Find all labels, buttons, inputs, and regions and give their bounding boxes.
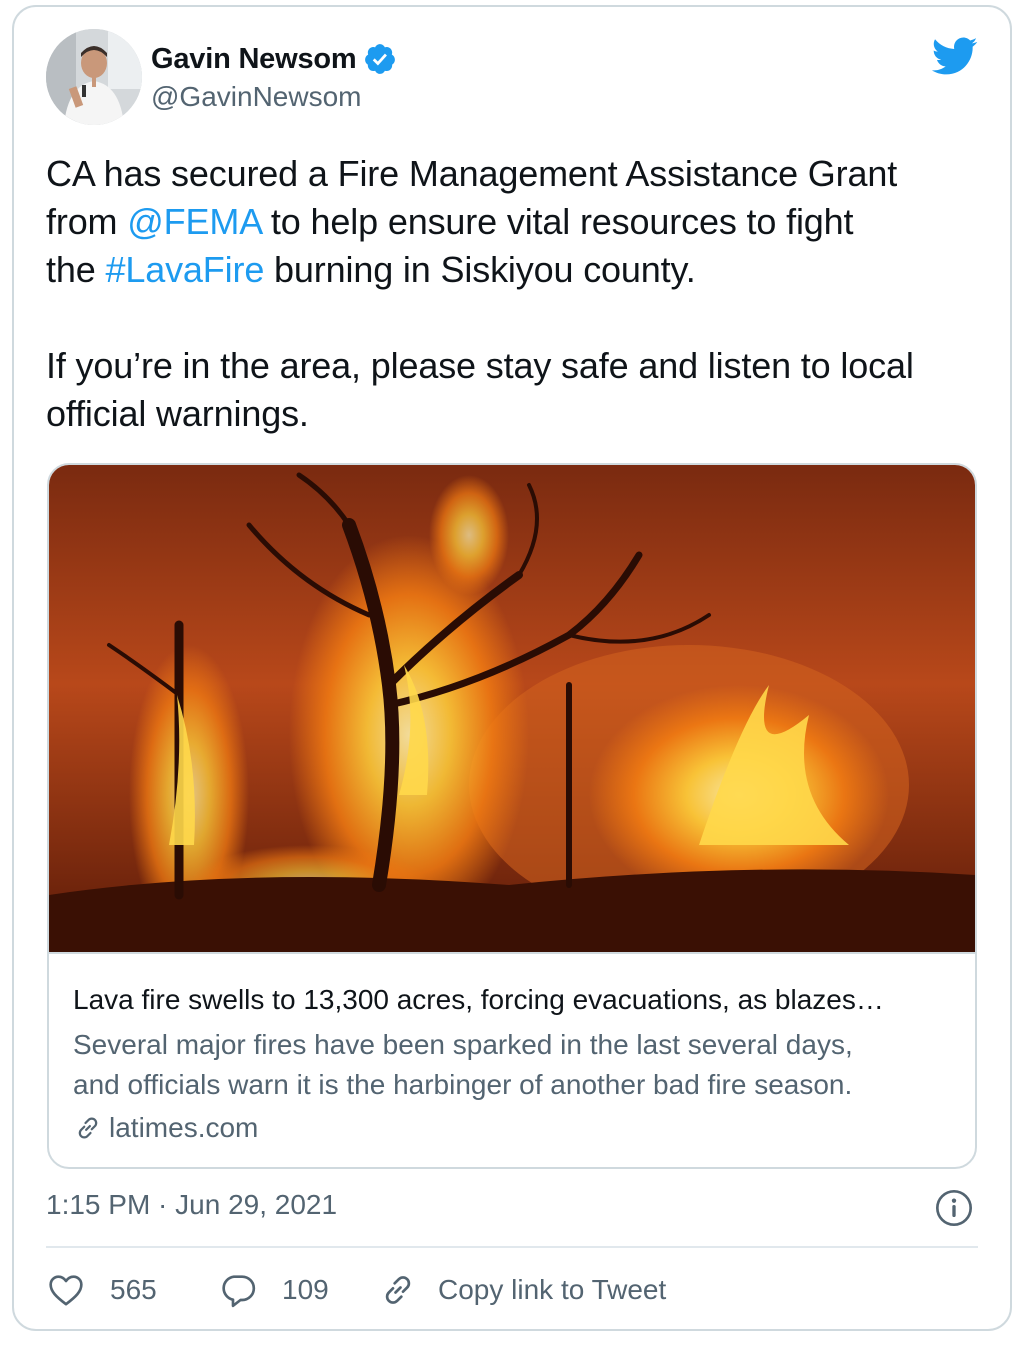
verified-badge-icon: [363, 42, 397, 76]
user-handle[interactable]: @GavinNewsom: [151, 81, 361, 113]
copy-link-button[interactable]: Copy link to Tweet: [378, 1270, 666, 1310]
tweet-text-segment: official warnings.: [46, 393, 309, 434]
card-title[interactable]: Lava fire swells to 13,300 acres, forcin…: [73, 983, 953, 1017]
reply-button[interactable]: 109: [218, 1270, 372, 1310]
like-count: 565: [110, 1274, 157, 1305]
tweet-body: CA has secured a Fire Management Assista…: [46, 150, 996, 438]
tweet-text-segment: If you’re in the area, please stay safe …: [46, 345, 914, 386]
tweet-text-segment: burning in Siskiyou county.: [264, 249, 696, 290]
link-icon: [385, 1276, 411, 1304]
tweet-actions: 565 109 Copy link to Tweet: [46, 1266, 666, 1314]
tweet-text-segment: to help ensure vital resources to fight: [261, 201, 854, 242]
reply-bubble-icon: [222, 1275, 256, 1308]
wildfire-photo-icon: [49, 465, 975, 952]
author-name-row[interactable]: Gavin Newsom: [151, 41, 397, 77]
hashtag-link[interactable]: #LavaFire: [105, 249, 264, 290]
like-button[interactable]: 565: [46, 1270, 214, 1310]
card-divider: [49, 952, 975, 954]
wildfire-photo[interactable]: [49, 465, 975, 952]
reply-count: 109: [282, 1274, 329, 1305]
mention-link[interactable]: @FEMA: [127, 201, 261, 242]
tweet-text-segment: from: [46, 201, 128, 242]
tweet-line: CA has secured a Fire Management Assista…: [46, 150, 996, 198]
twitter-bird-icon[interactable]: [930, 36, 978, 76]
actions-divider: [46, 1246, 978, 1248]
card-description: Several major fires have been sparked in…: [73, 1025, 963, 1105]
avatar[interactable]: [46, 29, 142, 125]
tweet-line: the #LavaFire burning in Siskiyou county…: [46, 246, 996, 294]
profile-photo-icon: [46, 29, 142, 125]
tweet-line: from @FEMA to help ensure vital resource…: [46, 198, 996, 246]
info-icon[interactable]: [934, 1188, 974, 1228]
card-description-line: and officials warn it is the harbinger o…: [73, 1069, 853, 1100]
card-description-line: Several major fires have been sparked in…: [73, 1029, 853, 1060]
card-domain-text: latimes.com: [109, 1112, 259, 1143]
card-domain[interactable]: latimes.com: [73, 1110, 258, 1146]
copy-link-label: Copy link to Tweet: [438, 1274, 667, 1305]
link-preview-card[interactable]: Lava fire swells to 13,300 acres, forcin…: [47, 463, 977, 1169]
heart-icon: [49, 1275, 83, 1306]
tweet-timestamp[interactable]: 1:15 PM · Jun 29, 2021: [46, 1189, 337, 1221]
link-icon: [78, 1117, 98, 1139]
display-name[interactable]: Gavin Newsom: [151, 43, 357, 76]
tweet-text-segment: CA has secured a Fire Management Assista…: [46, 153, 898, 194]
tweet-line: If you’re in the area, please stay safe …: [46, 342, 996, 390]
tweet-text-segment: the: [46, 249, 106, 290]
tweet-line: official warnings.: [46, 390, 996, 438]
